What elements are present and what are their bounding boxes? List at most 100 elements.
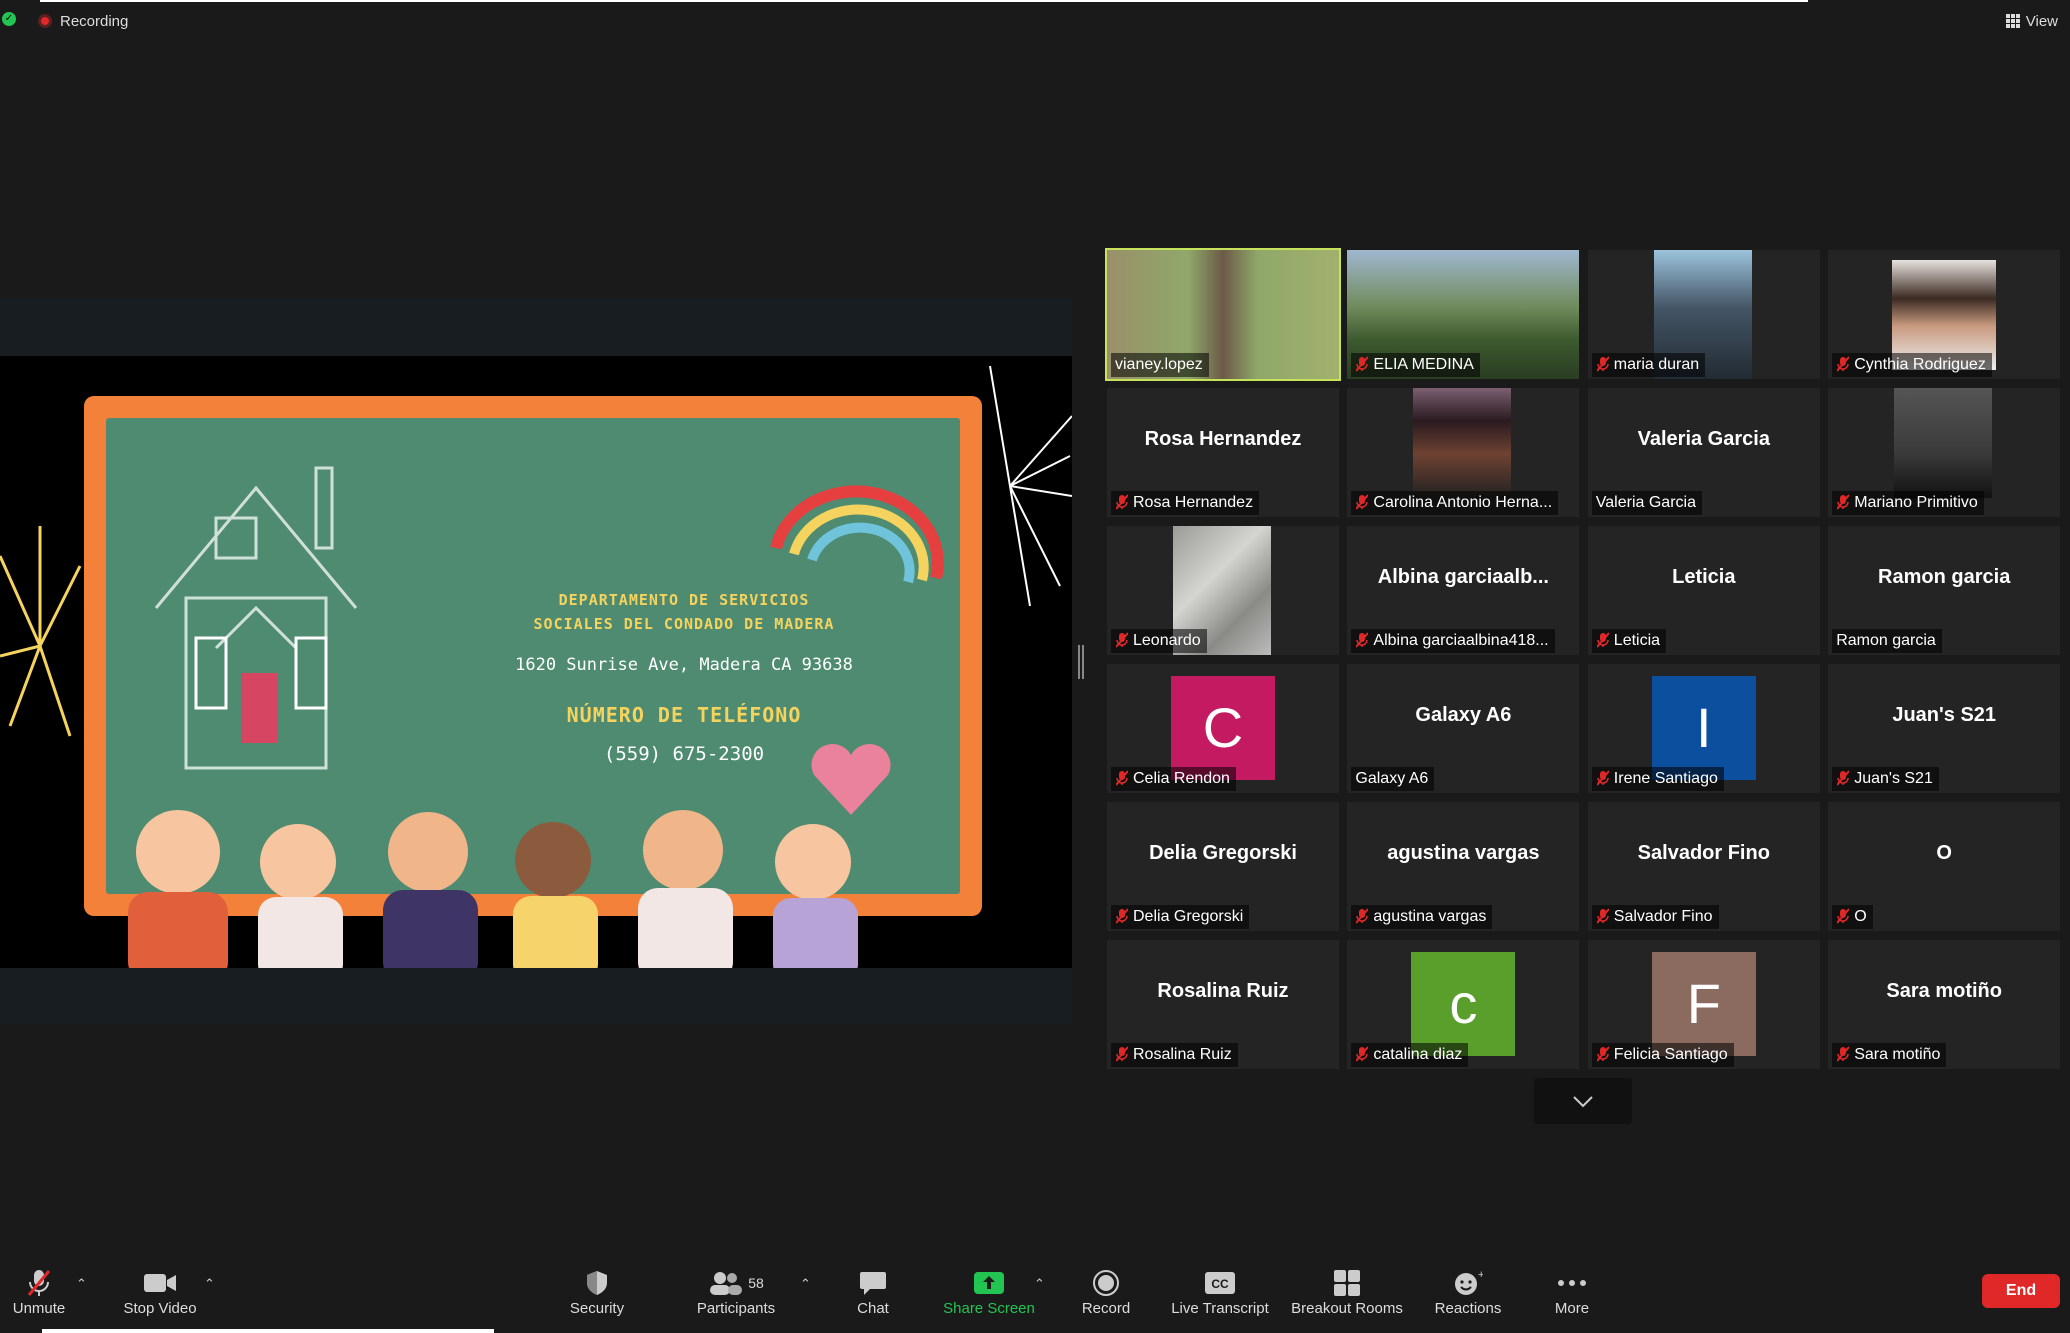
- participant-tile[interactable]: c catalina diaz: [1347, 940, 1580, 1069]
- mic-muted-icon: [1596, 355, 1610, 375]
- phone-number: (559) 675-2300: [603, 743, 765, 765]
- chat-bubble-icon: [860, 1272, 886, 1295]
- participant-name: catalina diaz: [1373, 1046, 1463, 1063]
- gallery-next-page-button[interactable]: [1534, 1078, 1632, 1124]
- participant-tile[interactable]: Delia Gregorski Delia Gregorski: [1107, 802, 1339, 931]
- participant-tile[interactable]: Leonardo: [1107, 526, 1339, 655]
- participant-display-name: Salvador Fino: [1637, 842, 1770, 864]
- record-label: Record: [1081, 1300, 1131, 1317]
- participant-tile[interactable]: Leticia Leticia: [1587, 526, 1820, 655]
- more-label: More: [1554, 1300, 1590, 1317]
- participant-tile[interactable]: I Irene Santiago: [1587, 664, 1820, 793]
- participant-tile[interactable]: Carolina Antonio Herna...: [1347, 388, 1580, 517]
- participant-tile[interactable]: Rosalina Ruiz Rosalina Ruiz: [1107, 940, 1339, 1069]
- recording-indicator[interactable]: Recording: [38, 10, 128, 32]
- participant-name-label: Galaxy A6: [1351, 767, 1435, 791]
- breakout-rooms-button[interactable]: Breakout Rooms: [1288, 1268, 1406, 1328]
- reactions-button[interactable]: + Reactions: [1432, 1268, 1504, 1328]
- security-button[interactable]: Security: [562, 1268, 632, 1328]
- mic-muted-icon: [1596, 1045, 1610, 1065]
- participant-display-name: Valeria Garcia: [1637, 428, 1770, 450]
- record-button[interactable]: Record: [1078, 1268, 1134, 1328]
- more-button[interactable]: More: [1550, 1268, 1594, 1328]
- mic-muted-icon: [1355, 907, 1370, 927]
- chat-button[interactable]: Chat: [852, 1268, 894, 1328]
- unmute-label: Unmute: [12, 1300, 66, 1317]
- participant-tile[interactable]: Cynthia Rodriguez: [1828, 250, 2061, 379]
- audio-options-caret-icon[interactable]: ⌃: [76, 1276, 87, 1292]
- participant-name: Juan's S21: [1854, 770, 1933, 787]
- participant-display-name: Leticia: [1672, 566, 1736, 588]
- mic-muted-icon: [27, 1270, 51, 1296]
- participant-avatar: I: [1651, 676, 1756, 780]
- video-options-caret-icon[interactable]: ⌃: [204, 1276, 215, 1292]
- unmute-button[interactable]: Unmute: [6, 1268, 72, 1328]
- participant-tile[interactable]: vianey.lopez: [1105, 248, 1341, 381]
- participant-tile[interactable]: Galaxy A6 Galaxy A6: [1347, 664, 1580, 793]
- more-dots-icon: [1558, 1280, 1586, 1286]
- participant-tile[interactable]: maria duran: [1587, 250, 1820, 379]
- participant-gallery: vianey.lopez ELIA MEDINA maria duran Cynthi…: [1105, 248, 2061, 1072]
- participant-name-label: agustina vargas: [1351, 905, 1493, 929]
- participants-icon: [710, 1272, 743, 1295]
- participant-tile[interactable]: Sara motiño Sara motiño: [1828, 940, 2061, 1069]
- participant-tile[interactable]: F Felicia Santiago: [1587, 940, 1820, 1069]
- view-button[interactable]: View: [2005, 10, 2058, 32]
- department-line-2: SOCIALES DEL CONDADO DE MADERA: [533, 615, 835, 633]
- live-transcript-label: Live Transcript: [1171, 1300, 1269, 1317]
- participant-tile[interactable]: OO: [1828, 802, 2061, 931]
- shared-slide: DEPARTAMENTO DE SERVICIOS SOCIALES DEL C…: [0, 356, 1072, 968]
- end-meeting-button[interactable]: End: [1982, 1274, 2060, 1308]
- participant-display-name: Delia Gregorski: [1149, 842, 1297, 864]
- house-drawing: [154, 466, 358, 770]
- participant-name-label: Celia Rendon: [1111, 767, 1236, 791]
- mic-muted-icon: [1115, 493, 1129, 513]
- mic-muted-icon: [1836, 769, 1850, 789]
- live-transcript-button[interactable]: CC Live Transcript: [1168, 1268, 1272, 1328]
- participant-name: Felicia Santiago: [1613, 1046, 1728, 1063]
- participant-tile[interactable]: Mariano Primitivo: [1828, 388, 2061, 517]
- share-screen-button[interactable]: Share Screen: [940, 1268, 1038, 1328]
- participant-tile[interactable]: Juan's S21 Juan's S21: [1828, 664, 2061, 793]
- participant-tile[interactable]: agustina vargas agustina vargas: [1347, 802, 1580, 931]
- mic-muted-icon: [1596, 631, 1610, 651]
- participant-avatar: C: [1171, 676, 1275, 780]
- grid-view-icon: [2005, 14, 2020, 28]
- participant-tile[interactable]: Rosa Hernandez Rosa Hernandez: [1107, 388, 1339, 517]
- mic-muted-icon: [1596, 907, 1610, 927]
- participant-name: maria duran: [1613, 356, 1700, 373]
- mic-muted-icon: [1836, 1045, 1850, 1065]
- participant-tile[interactable]: ELIA MEDINA: [1347, 250, 1580, 379]
- mic-muted-icon: [1355, 631, 1370, 651]
- participants-button[interactable]: 58 Participants: [690, 1268, 782, 1328]
- participant-tile[interactable]: Ramon garcia Ramon garcia: [1828, 526, 2061, 655]
- participant-name-label: Cynthia Rodriguez: [1832, 353, 1992, 377]
- security-check-icon[interactable]: ✓: [2, 12, 16, 26]
- participant-name: Galaxy A6: [1355, 770, 1429, 787]
- participant-name-label: Irene Santiago: [1591, 767, 1724, 791]
- participant-name-label: Sara motiño: [1832, 1043, 1947, 1067]
- share-options-caret-icon[interactable]: ⌃: [1034, 1276, 1045, 1292]
- participant-video: [1413, 388, 1512, 498]
- participant-name-label: Delia Gregorski: [1111, 905, 1250, 929]
- participant-tile[interactable]: Albina garciaalb... Albina garciaalbina41…: [1347, 526, 1580, 655]
- closed-captions-icon: CC: [1205, 1272, 1235, 1294]
- participant-tile[interactable]: Valeria Garcia Valeria Garcia: [1587, 388, 1820, 517]
- participants-label: Participants: [696, 1300, 776, 1317]
- address-text: 1620 Sunrise Ave, Madera CA 93638: [515, 655, 853, 675]
- participant-name-label: Ramon garcia: [1832, 629, 1942, 653]
- participant-avatar: F: [1651, 952, 1756, 1056]
- share-screen-icon: [974, 1272, 1004, 1294]
- participant-display-name: Sara motiño: [1886, 980, 2002, 1002]
- mic-muted-icon: [1115, 769, 1129, 789]
- participant-tile[interactable]: Salvador Fino Salvador Fino: [1587, 802, 1820, 931]
- meeting-toolbar: Unmute ⌃ Stop Video ⌃ Security 58 Partic…: [0, 1248, 2070, 1333]
- participant-name-label: Leonardo: [1111, 629, 1207, 653]
- participant-tile[interactable]: C Celia Rendon: [1107, 664, 1339, 793]
- panel-resize-handle[interactable]: [1078, 645, 1084, 679]
- stop-video-button[interactable]: Stop Video: [118, 1268, 202, 1328]
- mic-muted-icon: [1355, 493, 1370, 513]
- participants-options-caret-icon[interactable]: ⌃: [800, 1276, 811, 1292]
- participant-name-label: Felicia Santiago: [1591, 1043, 1734, 1067]
- participant-name: Rosa Hernandez: [1133, 494, 1254, 511]
